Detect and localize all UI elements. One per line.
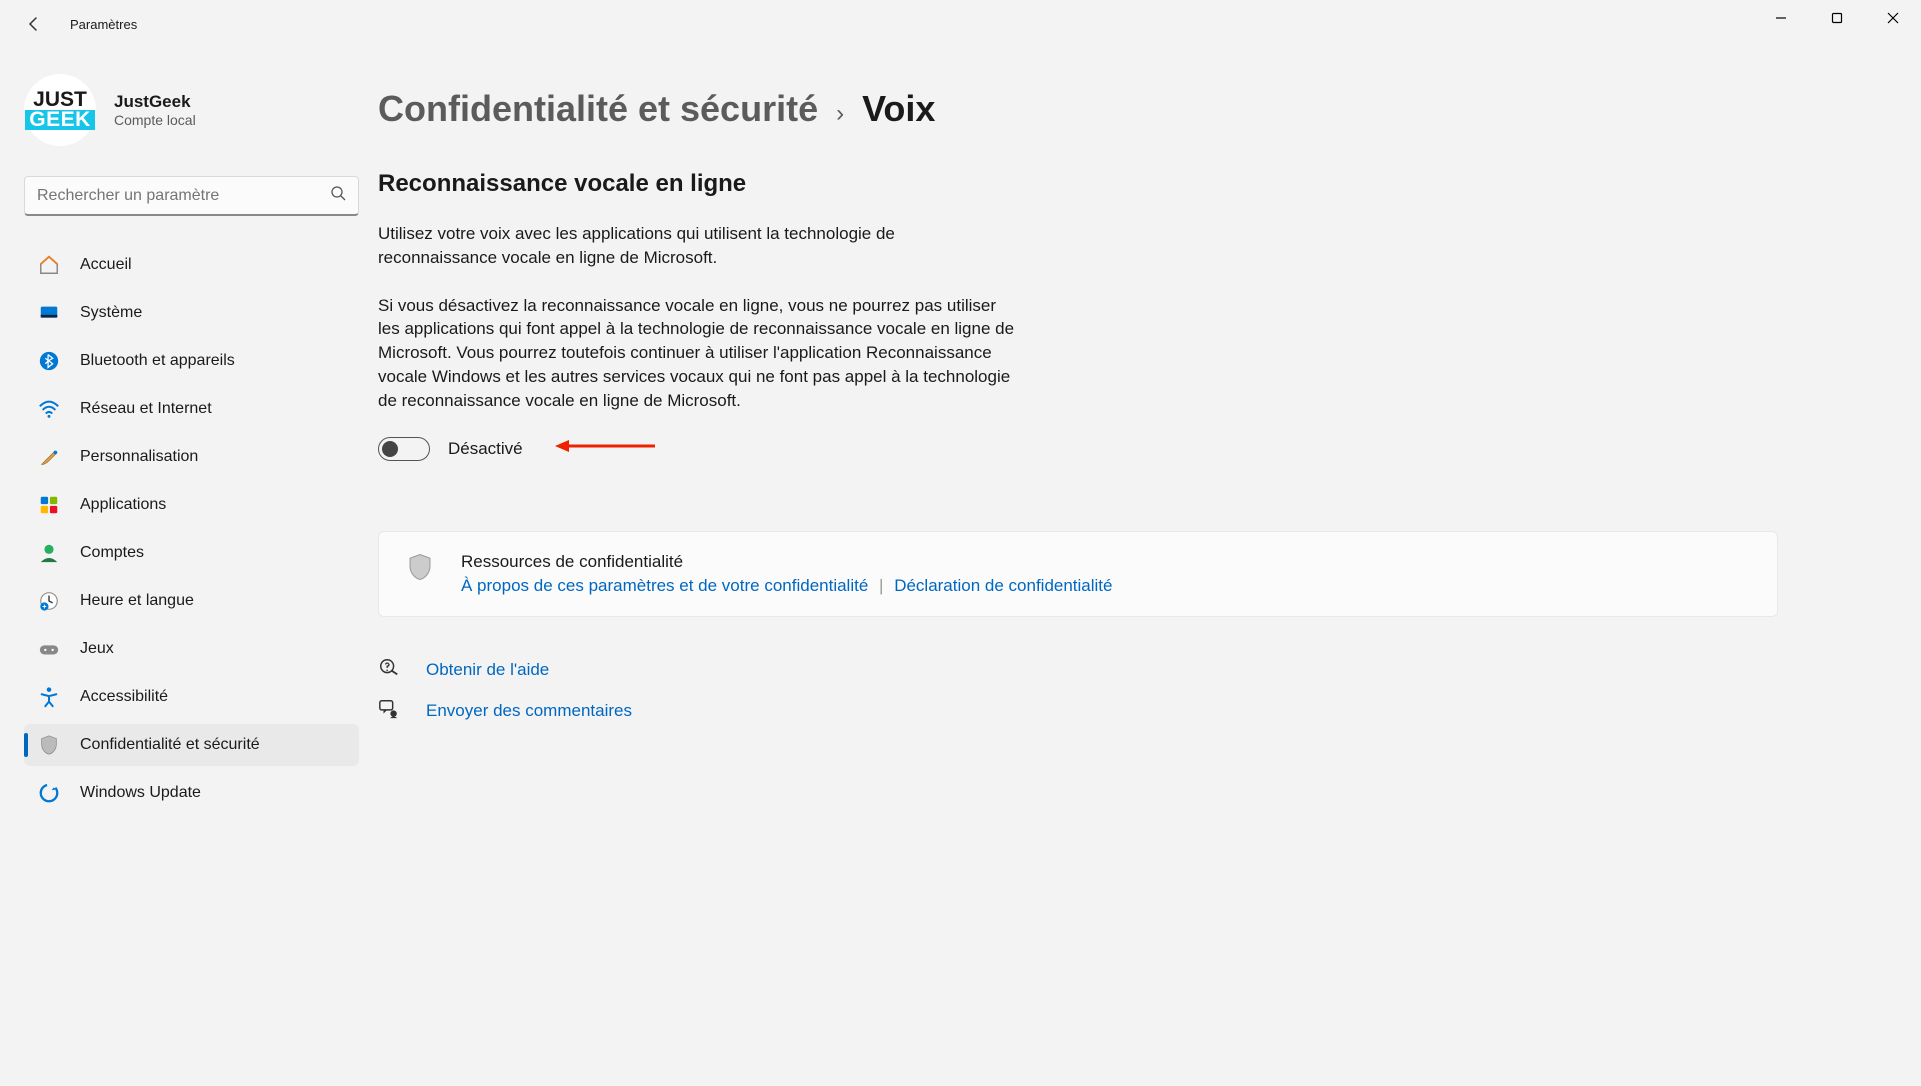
sidebar-item-reseau[interactable]: Réseau et Internet: [24, 388, 359, 430]
sidebar-item-accessibilite[interactable]: Accessibilité: [24, 676, 359, 718]
voice-recognition-toggle[interactable]: [378, 437, 430, 461]
feedback-icon: [378, 698, 400, 725]
close-button[interactable]: [1865, 0, 1921, 36]
help-icon: [378, 657, 400, 684]
person-icon: [38, 542, 60, 564]
sidebar: JUST GEEK JustGeek Compte local Accueil: [0, 48, 370, 1086]
toggle-knob: [382, 441, 398, 457]
privacy-resources-card: Ressources de confidentialité À propos d…: [378, 531, 1778, 617]
gamepad-icon: [38, 638, 60, 660]
avatar-line1: JUST: [33, 90, 87, 110]
breadcrumb: Confidentialité et sécurité › Voix: [378, 88, 1841, 130]
search-icon: [330, 185, 346, 206]
system-icon: [38, 302, 60, 324]
sidebar-item-confidentialite[interactable]: Confidentialité et sécurité: [24, 724, 359, 766]
send-feedback-row: Envoyer des commentaires: [378, 698, 1841, 725]
sidebar-item-comptes[interactable]: Comptes: [24, 532, 359, 574]
get-help-link[interactable]: Obtenir de l'aide: [426, 660, 549, 680]
privacy-statement-link[interactable]: Déclaration de confidentialité: [894, 576, 1112, 595]
shield-icon: [405, 552, 435, 587]
description-2: Si vous désactivez la reconnaissance voc…: [378, 294, 1018, 413]
clock-icon: [38, 590, 60, 612]
annotation-arrow-icon: [555, 438, 655, 459]
sidebar-item-bluetooth[interactable]: Bluetooth et appareils: [24, 340, 359, 382]
sidebar-item-label: Système: [80, 304, 142, 322]
titlebar: Paramètres: [0, 0, 1921, 48]
nav-list: Accueil Système Bluetooth et appareils R…: [24, 244, 360, 814]
card-title: Ressources de confidentialité: [461, 552, 1751, 572]
sidebar-item-label: Confidentialité et sécurité: [80, 736, 260, 754]
sidebar-item-label: Windows Update: [80, 784, 201, 802]
profile-subtitle: Compte local: [114, 112, 196, 128]
update-icon: [38, 782, 60, 804]
sidebar-item-label: Accessibilité: [80, 688, 168, 706]
link-separator: |: [879, 576, 883, 595]
sidebar-item-label: Bluetooth et appareils: [80, 352, 235, 370]
sidebar-item-label: Comptes: [80, 544, 144, 562]
sidebar-item-label: Personnalisation: [80, 448, 198, 466]
sidebar-item-label: Réseau et Internet: [80, 400, 212, 418]
sidebar-item-accueil[interactable]: Accueil: [24, 244, 359, 286]
chevron-right-icon: ›: [836, 100, 844, 128]
maximize-button[interactable]: [1809, 0, 1865, 36]
breadcrumb-parent[interactable]: Confidentialité et sécurité: [378, 88, 818, 130]
sidebar-item-systeme[interactable]: Système: [24, 292, 359, 334]
minimize-button[interactable]: [1753, 0, 1809, 36]
apps-icon: [38, 494, 60, 516]
profile-name: JustGeek: [114, 92, 196, 112]
get-help-row: Obtenir de l'aide: [378, 657, 1841, 684]
sidebar-item-personnalisation[interactable]: Personnalisation: [24, 436, 359, 478]
wifi-icon: [38, 398, 60, 420]
accessibility-icon: [38, 686, 60, 708]
sidebar-item-heure[interactable]: Heure et langue: [24, 580, 359, 622]
shield-icon: [38, 734, 60, 756]
breadcrumb-current: Voix: [862, 88, 935, 130]
avatar: JUST GEEK: [24, 74, 96, 146]
home-icon: [38, 254, 60, 276]
back-button[interactable]: [18, 8, 50, 40]
sidebar-item-label: Accueil: [80, 256, 132, 274]
sidebar-item-label: Heure et langue: [80, 592, 194, 610]
search-input[interactable]: [37, 187, 330, 205]
send-feedback-link[interactable]: Envoyer des commentaires: [426, 701, 632, 721]
profile[interactable]: JUST GEEK JustGeek Compte local: [24, 74, 360, 146]
sidebar-item-windows-update[interactable]: Windows Update: [24, 772, 359, 814]
privacy-settings-link[interactable]: À propos de ces paramètres et de votre c…: [461, 576, 868, 595]
section-heading: Reconnaissance vocale en ligne: [378, 170, 1841, 198]
search-box[interactable]: [24, 176, 359, 216]
avatar-line2: GEEK: [25, 110, 95, 130]
main-content: Confidentialité et sécurité › Voix Recon…: [370, 48, 1921, 1086]
sidebar-item-jeux[interactable]: Jeux: [24, 628, 359, 670]
toggle-label: Désactivé: [448, 439, 523, 459]
brush-icon: [38, 446, 60, 468]
sidebar-item-label: Jeux: [80, 640, 114, 658]
description-1: Utilisez votre voix avec les application…: [378, 222, 1018, 270]
bluetooth-icon: [38, 350, 60, 372]
sidebar-item-applications[interactable]: Applications: [24, 484, 359, 526]
sidebar-item-label: Applications: [80, 496, 166, 514]
window-title: Paramètres: [70, 17, 137, 32]
